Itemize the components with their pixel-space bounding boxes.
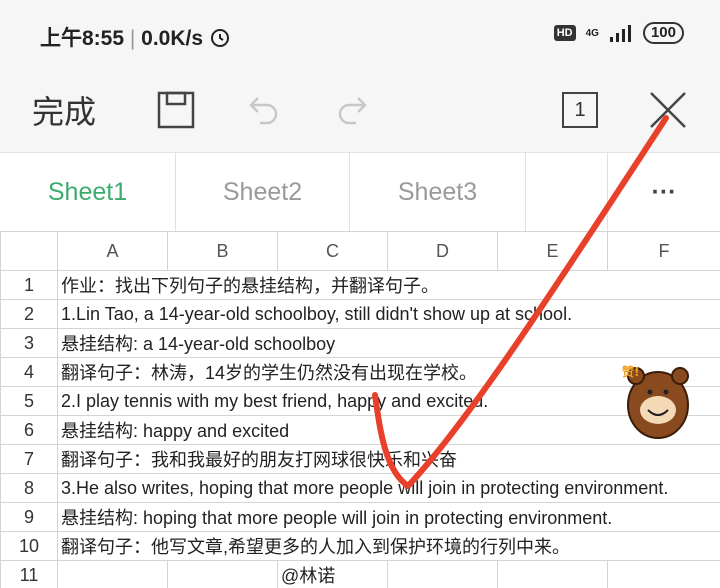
cell-a11[interactable] [57,560,168,588]
table-row: 4 翻译句子：林涛，14岁的学生仍然没有出现在学校。 [0,357,720,387]
status-time: 上午8:55 | 0.0K/s [40,22,231,52]
editor-toolbar: 完成 1 [0,68,720,153]
cell-a2[interactable]: 1.Lin Tao, a 14-year-old schoolboy, stil… [57,299,720,329]
table-row: 7 翻译句子：我和我最好的朋友打网球很快乐和兴奋 [0,444,720,474]
table-row: 6 悬挂结构: happy and excited [0,415,720,445]
row-number[interactable]: 8 [0,473,58,503]
table-row: 9 悬挂结构: hoping that more people will joi… [0,502,720,532]
tab-sheet1[interactable]: Sheet1 [0,153,176,231]
cell-a7[interactable]: 翻译句子：我和我最好的朋友打网球很快乐和兴奋 [57,444,720,474]
column-header-c[interactable]: C [277,231,388,271]
tab-sheet2[interactable]: Sheet2 [176,153,350,231]
cell-a8[interactable]: 3.He also writes, hoping that more peopl… [57,473,720,503]
table-row: 8 3.He also writes, hoping that more peo… [0,473,720,503]
column-header-e[interactable]: E [497,231,608,271]
cell-e11[interactable] [497,560,608,588]
close-icon [650,92,686,128]
save-icon [157,91,195,129]
tab-spacer [526,153,608,231]
row-number[interactable]: 9 [0,502,58,532]
cell-a5[interactable]: 2.I play tennis with my best friend, hap… [57,386,720,416]
table-row: 2 1.Lin Tao, a 14-year-old schoolboy, st… [0,299,720,329]
more-sheets-button[interactable]: ··· [608,153,720,231]
signal-icon [609,25,631,42]
table-row: 5 2.I play tennis with my best friend, h… [0,386,720,416]
close-button[interactable] [646,68,690,152]
redo-button[interactable] [332,68,372,152]
row-number[interactable]: 6 [0,415,58,445]
row-number[interactable]: 1 [0,270,58,300]
row-number[interactable]: 2 [0,299,58,329]
cell-a10[interactable]: 翻译句子：他写文章,希望更多的人加入到保护环境的行列中来。 [57,531,720,561]
row-number[interactable]: 11 [0,560,58,588]
page-count: 1 [562,92,598,128]
cell-a6[interactable]: 悬挂结构: happy and excited [57,415,720,445]
table-row: 3 悬挂结构: a 14-year-old schoolboy [0,328,720,358]
clock-text: 上午8:55 [40,27,125,50]
network-speed: 0.0K/s [141,27,204,50]
row-number[interactable]: 7 [0,444,58,474]
battery-indicator: 100 [642,22,684,44]
save-button[interactable] [154,68,198,152]
cell-a3[interactable]: 悬挂结构: a 14-year-old schoolboy [57,328,720,358]
row-number[interactable]: 3 [0,328,58,358]
row-number[interactable]: 4 [0,357,58,387]
column-header-d[interactable]: D [387,231,498,271]
cell-a9[interactable]: 悬挂结构: hoping that more people will join … [57,502,720,532]
cell-a1[interactable]: 作业：找出下列句子的悬挂结构，并翻译句子。 [57,270,720,300]
status-right: HD 4G 100 [553,22,684,44]
table-row: 11 @林诺 [0,560,720,588]
cell-f11[interactable] [607,560,720,588]
alarm-icon [210,29,229,47]
network-type: 4G [585,27,599,39]
redo-icon [338,97,367,125]
sheet-tabs: Sheet1 Sheet2 Sheet3 ··· [0,153,720,232]
column-header-a[interactable]: A [57,231,168,271]
cell-c11[interactable]: @林诺 [277,560,388,588]
sheet-table: A B C D E F 1 作业：找出下列句子的悬挂结构，并翻译句子。 2 1.… [0,231,720,588]
column-header-b[interactable]: B [167,231,278,271]
spreadsheet-grid: A B C D E F 1 作业：找出下列句子的悬挂结构，并翻译句子。 2 1.… [0,231,720,588]
done-button[interactable]: 完成 [32,68,96,152]
page-count-button[interactable]: 1 [561,68,599,152]
table-row: 10 翻译句子：他写文章,希望更多的人加入到保护环境的行列中来。 [0,531,720,561]
cell-a4[interactable]: 翻译句子：林涛，14岁的学生仍然没有出现在学校。 [57,357,720,387]
undo-button[interactable] [244,68,284,152]
column-header-f[interactable]: F [607,231,720,271]
tab-sheet3[interactable]: Sheet3 [350,153,526,231]
row-number[interactable]: 10 [0,531,58,561]
row-number[interactable]: 5 [0,386,58,416]
undo-icon [249,97,278,125]
cell-d11[interactable] [387,560,498,588]
hd-badge: HD [553,25,576,41]
column-header-row: A B C D E F [0,231,720,271]
status-bar: 上午8:55 | 0.0K/s HD 4G 100 [0,0,720,68]
table-row: 1 作业：找出下列句子的悬挂结构，并翻译句子。 [0,270,720,300]
corner-cell[interactable] [0,231,58,271]
cell-b11[interactable] [167,560,278,588]
